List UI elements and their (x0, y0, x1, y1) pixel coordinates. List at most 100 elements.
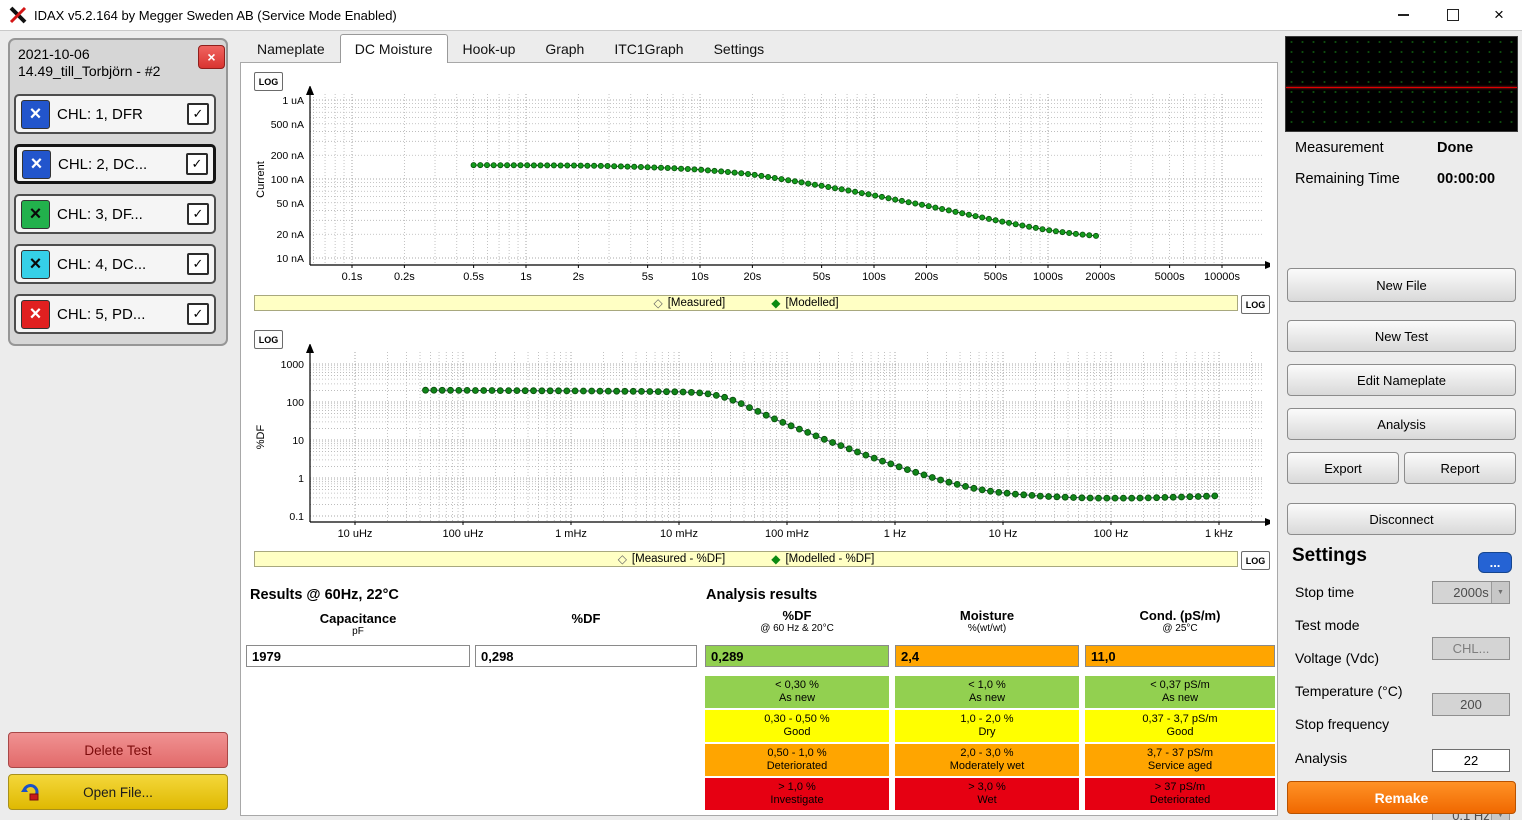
tab-nameplate[interactable]: Nameplate (242, 35, 340, 63)
tab-graph[interactable]: Graph (530, 35, 599, 63)
svg-text:100: 100 (286, 397, 304, 409)
capacitance-header: Capacitance pF (246, 611, 470, 638)
channel-x-glyph: × (30, 253, 42, 276)
svg-text:20 nA: 20 nA (277, 229, 304, 241)
analysis-button[interactable]: Analysis (1287, 408, 1516, 440)
test-mode-button[interactable]: CHL... (1432, 637, 1510, 660)
close-test-button[interactable]: × (198, 45, 225, 69)
svg-text:10 Hz: 10 Hz (989, 528, 1018, 540)
voltage-field[interactable]: 200 (1432, 693, 1510, 716)
svg-text:100 mHz: 100 mHz (765, 528, 809, 540)
grid-cell: 1,0 - 2,0 %Dry (895, 710, 1079, 742)
new-file-button[interactable]: New File (1287, 268, 1516, 302)
tab-settings[interactable]: Settings (699, 35, 780, 63)
modelled-df-symbol-icon: ◆ (771, 552, 780, 566)
svg-text:200s: 200s (914, 271, 938, 283)
check-icon: ✓ (193, 106, 204, 122)
tab-hook-up[interactable]: Hook-up (448, 35, 531, 63)
svg-text:20s: 20s (744, 271, 762, 283)
channel-3-checkbox[interactable]: ✓ (187, 203, 209, 225)
remake-button[interactable]: Remake (1287, 781, 1516, 814)
svg-text:100s: 100s (862, 271, 886, 283)
svg-text:5s: 5s (642, 271, 654, 283)
measurement-preview-chart (1285, 36, 1518, 132)
check-icon: ✓ (193, 306, 204, 322)
channel-2-checkbox[interactable]: ✓ (186, 153, 208, 175)
analysis-moisture-value: 2,4 (895, 645, 1079, 667)
minimize-icon (1398, 14, 1409, 16)
grid-cell: < 0,30 %As new (705, 676, 889, 708)
channel-item-4[interactable]: × CHL: 4, DC... ✓ (14, 244, 216, 284)
tab-dc-moisture[interactable]: DC Moisture (340, 34, 448, 63)
grid-cell: 3,7 - 37 pS/mService aged (1085, 744, 1275, 776)
svg-text:1 kHz: 1 kHz (1205, 528, 1233, 540)
svg-text:10s: 10s (691, 271, 709, 283)
log-scale-button-top-right[interactable]: LOG (1241, 295, 1270, 314)
measurement-status: Done (1437, 140, 1473, 156)
minimize-button[interactable] (1380, 0, 1426, 30)
close-button[interactable]: × (1476, 0, 1522, 30)
report-button[interactable]: Report (1404, 452, 1516, 484)
channel-4-checkbox[interactable]: ✓ (187, 253, 209, 275)
channel-item-5[interactable]: × CHL: 5, PD... ✓ (14, 294, 216, 334)
grid-cell: 2,0 - 3,0 %Moderately wet (895, 744, 1079, 776)
edit-nameplate-button[interactable]: Edit Nameplate (1287, 364, 1516, 396)
channel-2-label: CHL: 2, DC... (58, 156, 179, 173)
channel-3-icon: × (21, 200, 50, 229)
channel-2-icon: × (22, 150, 51, 179)
svg-text:1: 1 (298, 473, 304, 485)
tab-itc1graph[interactable]: ITC1Graph (599, 35, 698, 63)
analysis-col-cond-header: Cond. (pS/m) @ 25°C (1085, 608, 1275, 635)
channel-item-1[interactable]: × CHL: 1, DFR ✓ (14, 94, 216, 134)
preview-red-line (1286, 87, 1517, 88)
svg-text:50s: 50s (813, 271, 831, 283)
check-icon: ✓ (193, 206, 204, 222)
analysis-cond-value: 11,0 (1085, 645, 1275, 667)
delete-test-label: Delete Test (84, 743, 151, 758)
grid-cell: 0,37 - 3,7 pS/mGood (1085, 710, 1275, 742)
maximize-button[interactable] (1430, 0, 1476, 30)
svg-text:0.1s: 0.1s (342, 271, 363, 283)
channel-item-3[interactable]: × CHL: 3, DF... ✓ (14, 194, 216, 234)
results-title: Results @ 60Hz, 22°C (250, 587, 399, 603)
svg-text:1s: 1s (520, 271, 532, 283)
temperature-label: Temperature (°C) (1295, 683, 1403, 699)
channel-5-checkbox[interactable]: ✓ (187, 303, 209, 325)
svg-text:2000s: 2000s (1085, 271, 1115, 283)
log-scale-button-bottom-left[interactable]: LOG (254, 330, 283, 349)
temperature-field[interactable] (1432, 749, 1510, 772)
svg-text:100 nA: 100 nA (271, 174, 304, 186)
test-mode-label: Test mode (1295, 617, 1360, 633)
settings-more-button[interactable]: ... (1478, 552, 1512, 573)
remaining-time-row: Remaining Time 00:00:00 (1295, 171, 1513, 187)
channel-1-checkbox[interactable]: ✓ (187, 103, 209, 125)
new-test-button[interactable]: New Test (1287, 320, 1516, 352)
current-vs-time-chart: 0.1s0.2s0.5s1s2s5s10s20s50s100s200s500s1… (250, 86, 1270, 298)
df-chart-legend: ◇[Measured - %DF] ◆[Modelled - %DF] (254, 551, 1238, 567)
capacitance-value: 1979 (246, 645, 470, 667)
grid-cell: < 1,0 %As new (895, 676, 1079, 708)
log-scale-button-top-left[interactable]: LOG (254, 72, 283, 91)
svg-text:0.5s: 0.5s (463, 271, 484, 283)
open-file-button[interactable]: Open File... (8, 774, 228, 810)
modelled-symbol-icon: ◆ (771, 296, 780, 310)
svg-text:100 uHz: 100 uHz (443, 528, 484, 540)
app-logo-icon (9, 6, 27, 24)
channel-5-icon: × (21, 300, 50, 329)
svg-text:10000s: 10000s (1204, 271, 1241, 283)
stop-time-select[interactable]: 2000s ▼ (1432, 581, 1510, 604)
channel-x-glyph: × (30, 203, 42, 226)
delete-test-button[interactable]: Delete Test (8, 732, 228, 768)
log-scale-button-bottom-right[interactable]: LOG (1241, 551, 1270, 570)
grid-cell: > 37 pS/mDeteriorated (1085, 778, 1275, 810)
grid-cell: > 1,0 %Investigate (705, 778, 889, 810)
export-button[interactable]: Export (1287, 452, 1399, 484)
channel-item-2[interactable]: × CHL: 2, DC... ✓ (14, 144, 216, 184)
legend-modelled-label: [Modelled] (785, 297, 838, 309)
measurement-status-row: Measurement Done (1295, 140, 1513, 156)
maximize-icon (1447, 9, 1459, 21)
disconnect-button[interactable]: Disconnect (1287, 503, 1516, 535)
svg-text:0.1: 0.1 (289, 511, 304, 523)
svg-text:1 Hz: 1 Hz (884, 528, 907, 540)
svg-text:500s: 500s (984, 271, 1008, 283)
